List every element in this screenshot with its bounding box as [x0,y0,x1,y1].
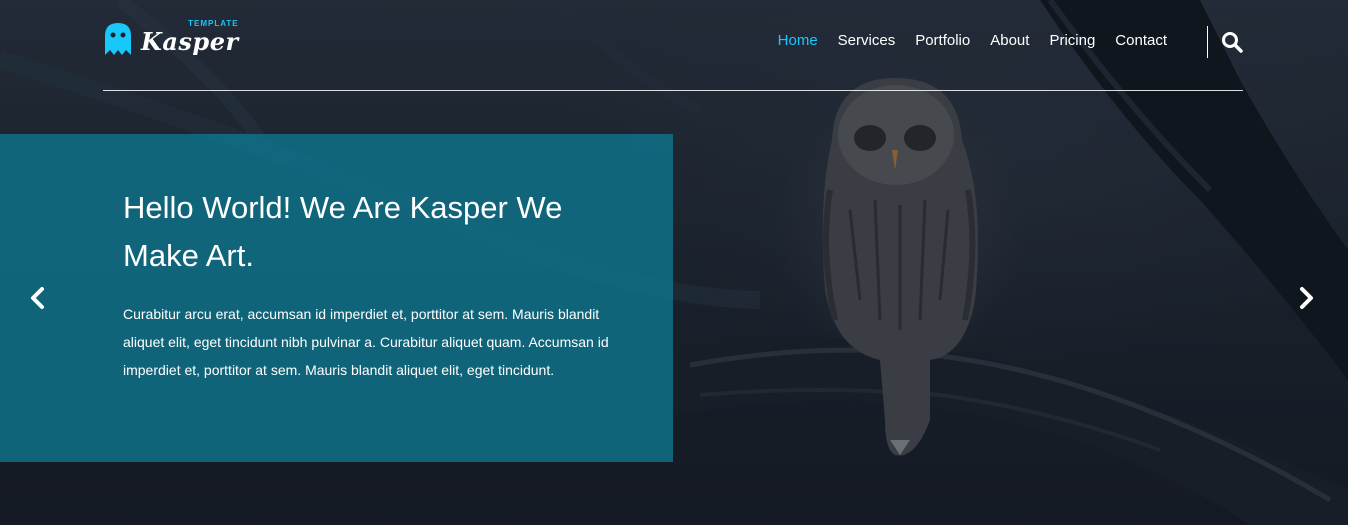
ghost-icon [105,23,131,55]
logo[interactable]: TEMPLATE Kasper [103,18,239,57]
navbar: TEMPLATE Kasper Home Services Portfolio … [103,18,1243,91]
nav-link-contact[interactable]: Contact [1115,32,1167,49]
nav-link-services[interactable]: Services [838,32,896,49]
nav-link-portfolio[interactable]: Portfolio [915,32,970,49]
chevron-right-icon[interactable] [1298,286,1316,310]
hero-description: Curabitur arcu erat, accumsan id imperdi… [123,306,609,378]
nav-divider [1207,26,1208,58]
logo-tagline: TEMPLATE [188,18,239,28]
nav-link-about[interactable]: About [990,32,1029,49]
nav-link-pricing[interactable]: Pricing [1049,32,1095,49]
chevron-left-icon[interactable] [28,286,46,310]
search-icon[interactable] [1221,31,1243,53]
hero-content-box: Hello World! We Are Kasper We Make Art. … [0,134,673,462]
logo-wordmark: Kasper [141,26,239,56]
nav-links: Home Services Portfolio About Pricing Co… [758,32,1167,49]
hero-title: Hello World! We Are Kasper We Make Art. [123,190,563,273]
nav-link-home[interactable]: Home [778,32,818,49]
